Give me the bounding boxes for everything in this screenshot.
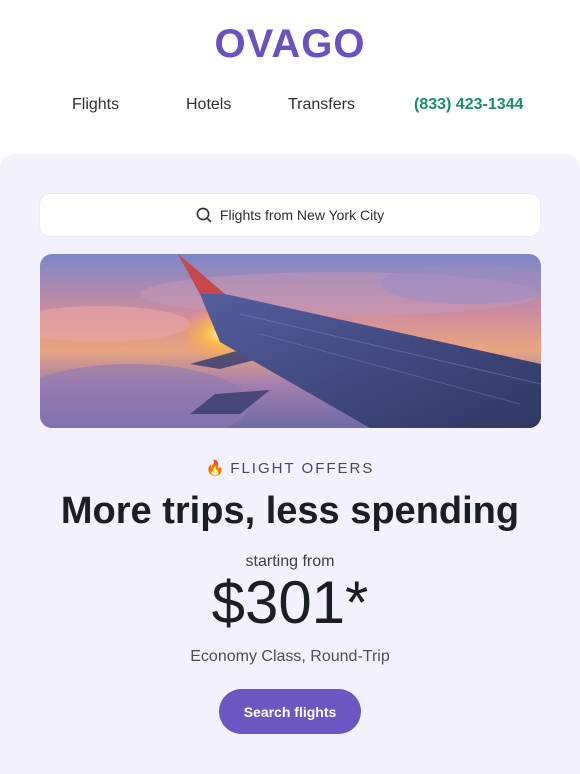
nav-hotels-link[interactable]: Hotels <box>186 96 231 114</box>
search-placeholder: Flights from New York City <box>219 207 385 223</box>
nav-transfers-link[interactable]: Transfers <box>288 96 355 114</box>
price: $301* <box>211 569 369 636</box>
phone-link[interactable]: (833) 423-1344 <box>414 96 523 114</box>
fare-class-note: Economy Class, Round-Trip <box>190 648 390 665</box>
search-flights-button[interactable]: Search flights <box>219 689 361 734</box>
fire-icon: 🔥 <box>205 460 225 477</box>
ovago-logo[interactable]: OVAGO <box>0 22 580 67</box>
hero-image-airplane-wing <box>40 254 541 428</box>
search-bar[interactable]: Flights from New York City <box>40 194 540 236</box>
nav-flights-link[interactable]: Flights <box>72 96 119 114</box>
search-icon <box>196 207 212 223</box>
offer-panel: Flights from New York City 🔥 FLIGHT OFFE… <box>0 154 580 774</box>
eyebrow-text: FLIGHT OFFERS <box>230 460 375 477</box>
flight-offers-eyebrow: 🔥 FLIGHT OFFERS <box>0 459 580 477</box>
headline: More trips, less spending <box>60 490 520 532</box>
top-nav: Flights Hotels Transfers (833) 423-1344 <box>0 96 580 118</box>
